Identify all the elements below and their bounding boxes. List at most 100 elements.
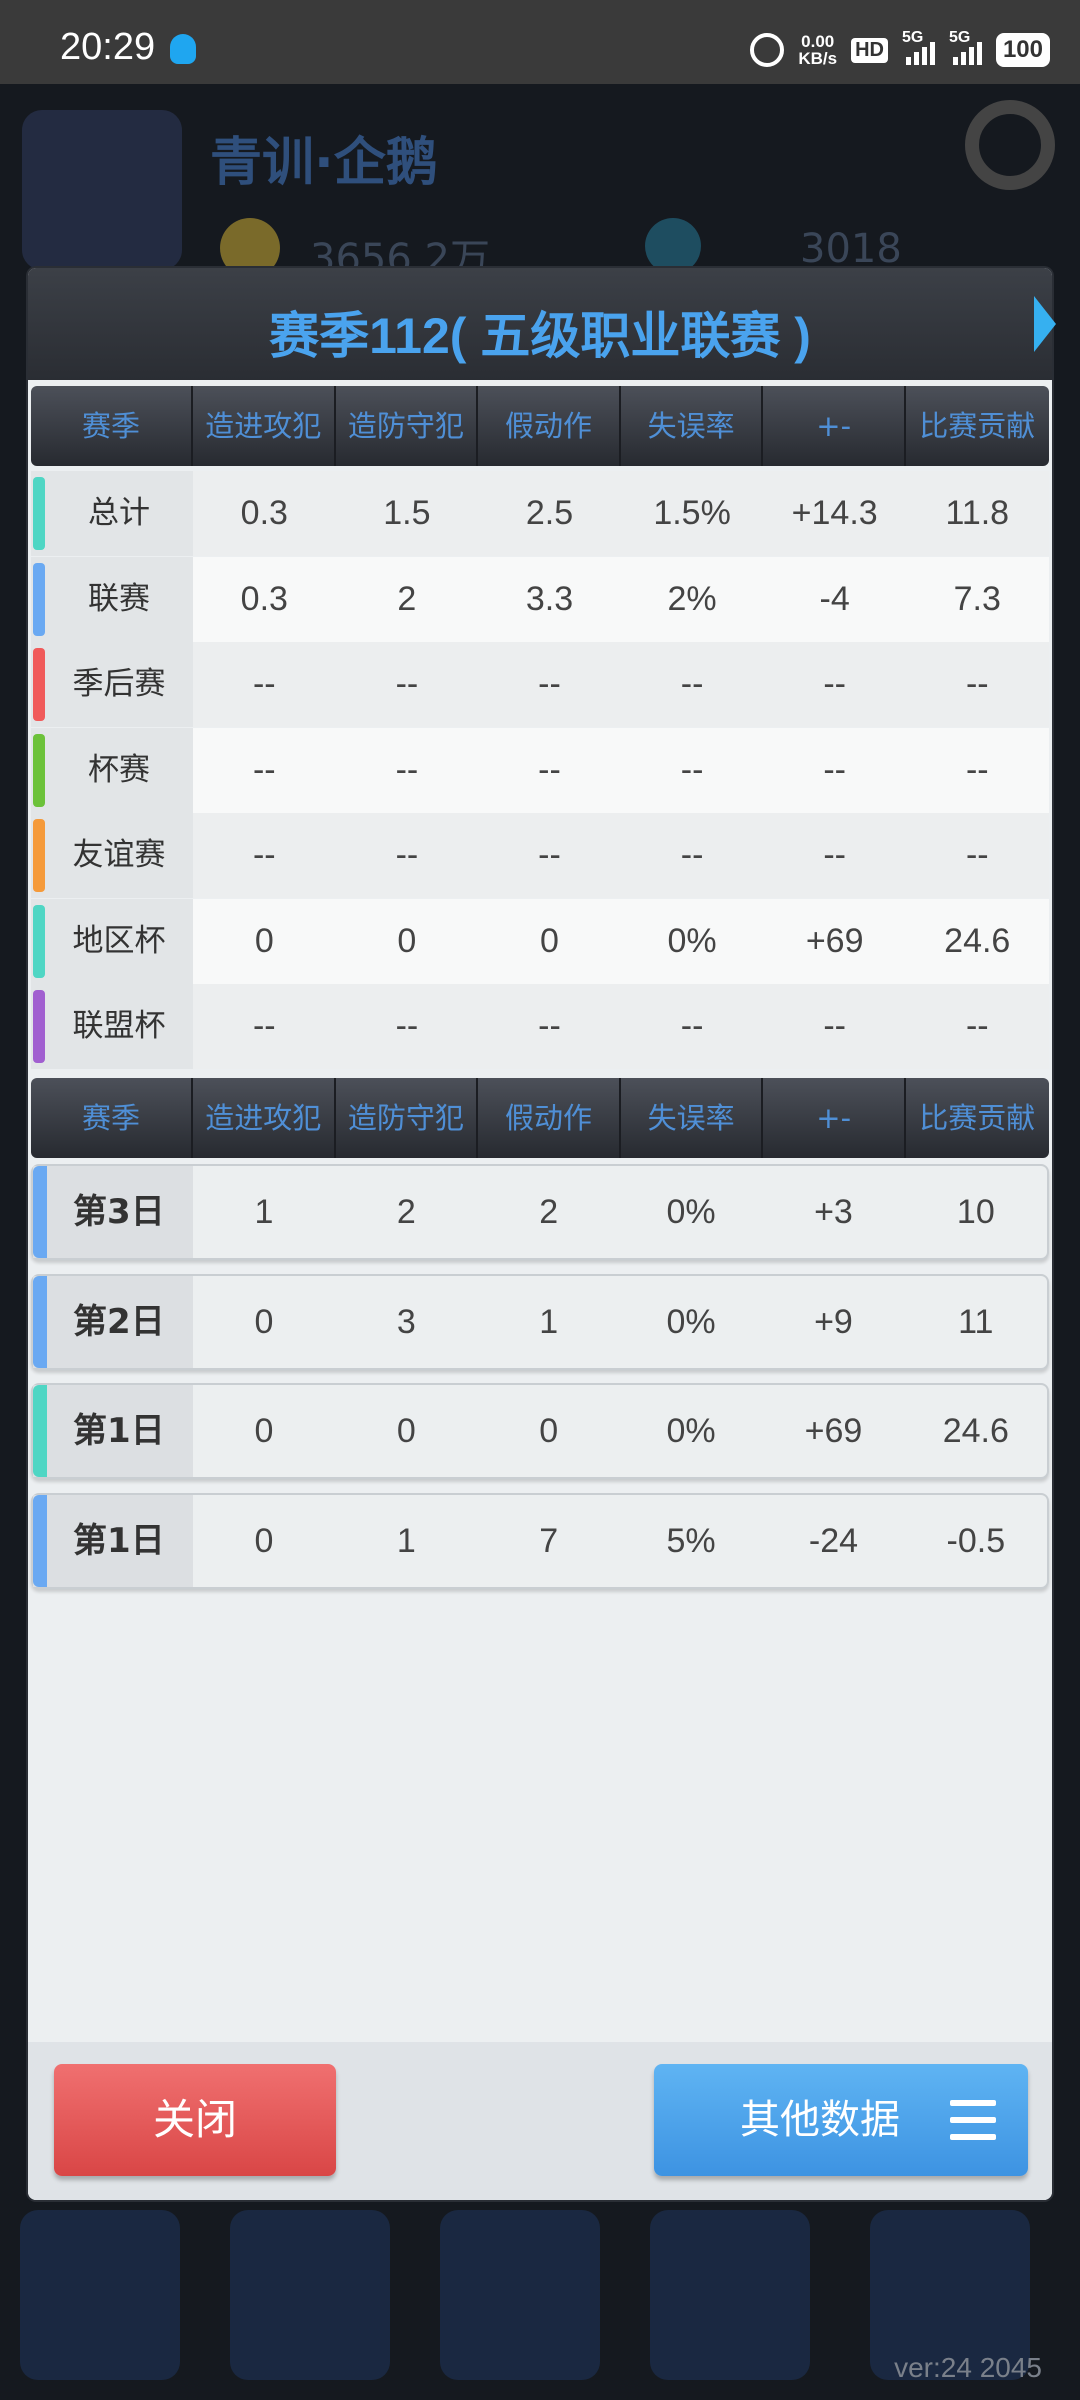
col-header: +- <box>763 386 906 466</box>
row-value: 3 <box>396 1302 416 1341</box>
row-value: -- <box>823 836 846 874</box>
row-value: 2% <box>667 579 717 618</box>
row-value: -- <box>538 1007 561 1045</box>
col-header: 比赛贡献值 <box>919 409 1036 523</box>
row-value: 0.3 <box>240 579 288 618</box>
row-value: 0 <box>254 921 274 960</box>
game-row[interactable]: 第3日 1 2 2 0% +3 10 <box>31 1164 1049 1260</box>
row-value: 2 <box>539 1193 559 1231</box>
alarm-icon <box>750 33 785 67</box>
nav-arena-icon <box>440 2210 600 2380</box>
season-row: 杯赛 -- -- -- -- -- -- <box>31 727 1049 813</box>
game-row[interactable]: 第1日 0 0 0 0% +69 24.6 <box>31 1383 1049 1479</box>
row-label: 联赛 <box>31 556 193 642</box>
col-header: 造进攻犯规 <box>193 386 336 523</box>
row-value: +69 <box>805 921 864 960</box>
row-value: 0% <box>666 1193 716 1231</box>
signal-icon-sim2: 5G <box>949 29 982 65</box>
game-day-label: 第1日 <box>33 1385 193 1477</box>
row-value: -- <box>252 665 276 703</box>
row-label: 联盟杯 <box>31 984 193 1069</box>
gem-icon <box>645 218 701 274</box>
row-value: -- <box>680 1007 704 1045</box>
col-header: 造防守犯规 <box>336 1078 479 1215</box>
row-value: 2.5 <box>525 494 574 532</box>
row-value: 24.6 <box>942 1412 1009 1450</box>
col-header: 失误率 <box>621 1078 764 1158</box>
game-day-label: 第2日 <box>33 1275 193 1368</box>
season-row: 总计 0.3 1.5 2.5 1.5% +14.3 11.8 <box>31 471 1049 556</box>
col-header: 造进攻犯规 <box>193 1078 336 1215</box>
season-table-header: 赛季 造进攻犯规 造防守犯规 假动作 失误率 +- 比赛贡献值 <box>31 386 1049 523</box>
row-value: 1.5% <box>653 494 731 532</box>
row-value: -- <box>823 1007 846 1045</box>
row-value: 2 <box>396 1193 416 1231</box>
status-bar: 20:29 0.00 KB/s HD 5G 5G 100 <box>0 0 1080 84</box>
other-data-button[interactable]: 其他数据 <box>654 2064 1028 2176</box>
network-speed: 0.00 KB/s <box>798 33 837 67</box>
row-value: -- <box>965 750 989 789</box>
season-row: 地区杯 0 0 0 0% +69 24.6 <box>31 898 1049 984</box>
close-button[interactable]: 关闭 <box>54 2064 336 2176</box>
game-day-label: 第3日 <box>33 1166 193 1258</box>
season-row: 友谊赛 -- -- -- -- -- -- <box>31 813 1049 898</box>
game-day-label: 第1日 <box>33 1494 193 1587</box>
row-value: 7.3 <box>953 579 1001 618</box>
row-value: -24 <box>808 1521 859 1560</box>
row-value: -- <box>965 1007 989 1045</box>
network-speed-unit: KB/s <box>798 49 838 68</box>
dialog-header: 赛季112( 五级职业联赛 ) <box>28 268 1052 380</box>
row-value: 0% <box>667 921 717 960</box>
season-row: 联盟杯 -- -- -- -- -- -- <box>31 984 1049 1069</box>
row-value: -- <box>252 1007 276 1045</box>
row-value: 10 <box>956 1193 995 1231</box>
game-row[interactable]: 第2日 0 3 1 0% +9 11 <box>31 1273 1049 1370</box>
row-value: -- <box>252 750 276 789</box>
row-color-stripe <box>33 1385 47 1477</box>
hd-voice-icon: HD <box>851 37 888 63</box>
row-color-stripe <box>33 648 45 721</box>
row-value: -0.5 <box>946 1521 1006 1560</box>
row-value: 0 <box>254 1521 274 1560</box>
next-season-arrow-icon[interactable] <box>1034 296 1056 352</box>
season-row: 联赛 0.3 2 3.3 2% -4 7.3 <box>31 556 1049 642</box>
row-value: -- <box>965 836 989 874</box>
row-color-stripe <box>33 1275 47 1368</box>
row-label: 友谊赛 <box>31 813 193 898</box>
nav-star-icon <box>20 2210 180 2380</box>
row-value: -- <box>823 750 846 789</box>
col-header: 赛季 <box>31 386 193 466</box>
col-header: 假动作 <box>478 1078 621 1158</box>
row-color-stripe <box>33 477 45 550</box>
games-table-header: 赛季 造进攻犯规 造防守犯规 假动作 失误率 +- 比赛贡献值 <box>31 1078 1049 1215</box>
game-row[interactable]: 第1日 0 1 7 5% -24 -0.5 <box>31 1492 1049 1589</box>
status-icons: 0.00 KB/s HD 5G 5G 100 <box>750 29 1050 70</box>
row-value: 0% <box>666 1302 716 1341</box>
menu-icon <box>950 2100 996 2140</box>
row-value: 11.8 <box>945 494 1010 532</box>
network-speed-value: 0.00 <box>801 32 835 51</box>
row-label: 杯赛 <box>31 727 193 813</box>
row-value: 7 <box>539 1521 559 1560</box>
row-value: +9 <box>814 1302 853 1341</box>
signal-icon-sim1: 5G <box>902 29 935 65</box>
row-value: 0 <box>540 921 559 960</box>
col-header: +- <box>763 1078 906 1158</box>
qq-notification-icon <box>170 34 196 64</box>
row-color-stripe <box>33 1494 47 1587</box>
row-value: -- <box>538 665 561 703</box>
row-value: 0 <box>254 1302 274 1341</box>
row-label: 地区杯 <box>31 898 193 984</box>
row-value: 0 <box>539 1412 559 1450</box>
version-label: ver:24 2045 <box>894 2352 1042 2383</box>
stats-dialog: 赛季112( 五级职业联赛 ) 赛季 造进攻犯规 造防守犯规 假动作 失误率 +… <box>28 268 1052 2200</box>
row-color-stripe <box>33 819 45 892</box>
row-value: 1 <box>396 1521 416 1560</box>
row-value: 0 <box>396 1412 416 1450</box>
row-value: -- <box>823 665 846 703</box>
col-header: 比赛贡献值 <box>919 1101 1036 1215</box>
row-value: +3 <box>814 1193 853 1231</box>
col-header: 赛季 <box>31 1078 193 1158</box>
row-value: 3.3 <box>525 579 574 618</box>
other-data-label: 其他数据 <box>740 2097 900 2143</box>
